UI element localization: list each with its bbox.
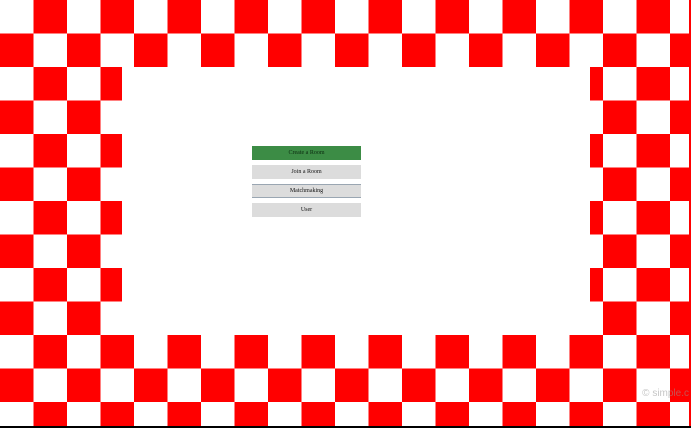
checker-square (368, 402, 402, 428)
checker-square (100, 335, 134, 369)
watermark-text: © simple.c (642, 388, 689, 399)
checker-square (100, 0, 134, 34)
checker-square (33, 402, 67, 428)
checker-square (33, 268, 67, 302)
checker-square (67, 301, 101, 335)
checker-square (569, 335, 603, 369)
checker-square (100, 402, 134, 428)
checker-square (33, 0, 67, 34)
checker-square (502, 0, 536, 34)
checker-square (268, 33, 302, 67)
checker-square (368, 335, 402, 369)
checker-square (201, 33, 235, 67)
create-room-button[interactable]: Create a Room (252, 146, 361, 160)
checker-square (536, 368, 570, 402)
checker-square (268, 368, 302, 402)
matchmaking-button[interactable]: Matchmaking (252, 184, 361, 198)
checker-square (167, 335, 201, 369)
checker-square (67, 33, 101, 67)
checker-square (33, 201, 67, 235)
checker-square (469, 368, 503, 402)
user-button[interactable]: User (252, 203, 361, 217)
checker-square (569, 0, 603, 34)
checker-square (636, 201, 670, 235)
checker-square (670, 234, 691, 268)
checker-square (469, 33, 503, 67)
checker-square (435, 335, 469, 369)
checker-square (301, 335, 335, 369)
checker-square (569, 402, 603, 428)
checker-square (502, 402, 536, 428)
checker-square (603, 234, 637, 268)
checker-square (67, 100, 101, 134)
checker-square (502, 335, 536, 369)
checker-square (234, 335, 268, 369)
checker-square (167, 402, 201, 428)
checker-square (301, 402, 335, 428)
checker-square (33, 67, 67, 101)
checker-square (368, 0, 402, 34)
checker-square (335, 368, 369, 402)
checker-square (0, 234, 34, 268)
checker-square (435, 0, 469, 34)
checker-square (0, 368, 34, 402)
main-menu: Create a Room Join a Room Matchmaking Us… (252, 146, 361, 222)
checker-square (335, 33, 369, 67)
checker-square (603, 167, 637, 201)
checker-square (670, 100, 691, 134)
checker-square (670, 167, 691, 201)
checker-square (234, 402, 268, 428)
checker-square (603, 100, 637, 134)
checker-square (603, 368, 637, 402)
checker-square (167, 0, 201, 34)
checker-square (67, 234, 101, 268)
checker-square (636, 67, 670, 101)
checker-square (636, 402, 670, 428)
checker-square (435, 402, 469, 428)
checker-square (0, 100, 34, 134)
checker-square (33, 335, 67, 369)
checker-square (301, 0, 335, 34)
checker-square (402, 33, 436, 67)
checker-square (33, 134, 67, 168)
checker-square (603, 33, 637, 67)
checker-square (536, 33, 570, 67)
checker-square (134, 33, 168, 67)
checker-square (201, 368, 235, 402)
checker-square (603, 301, 637, 335)
checker-square (670, 301, 691, 335)
checker-square (636, 0, 670, 34)
checker-square (636, 335, 670, 369)
checker-square (402, 368, 436, 402)
checker-square (234, 0, 268, 34)
join-room-button[interactable]: Join a Room (252, 165, 361, 179)
checker-square (67, 167, 101, 201)
checker-square (0, 301, 34, 335)
checker-square (0, 33, 34, 67)
checker-square (134, 368, 168, 402)
checker-square (636, 134, 670, 168)
checker-square (67, 368, 101, 402)
checker-square (636, 268, 670, 302)
checker-square (670, 33, 691, 67)
checker-square (0, 167, 34, 201)
